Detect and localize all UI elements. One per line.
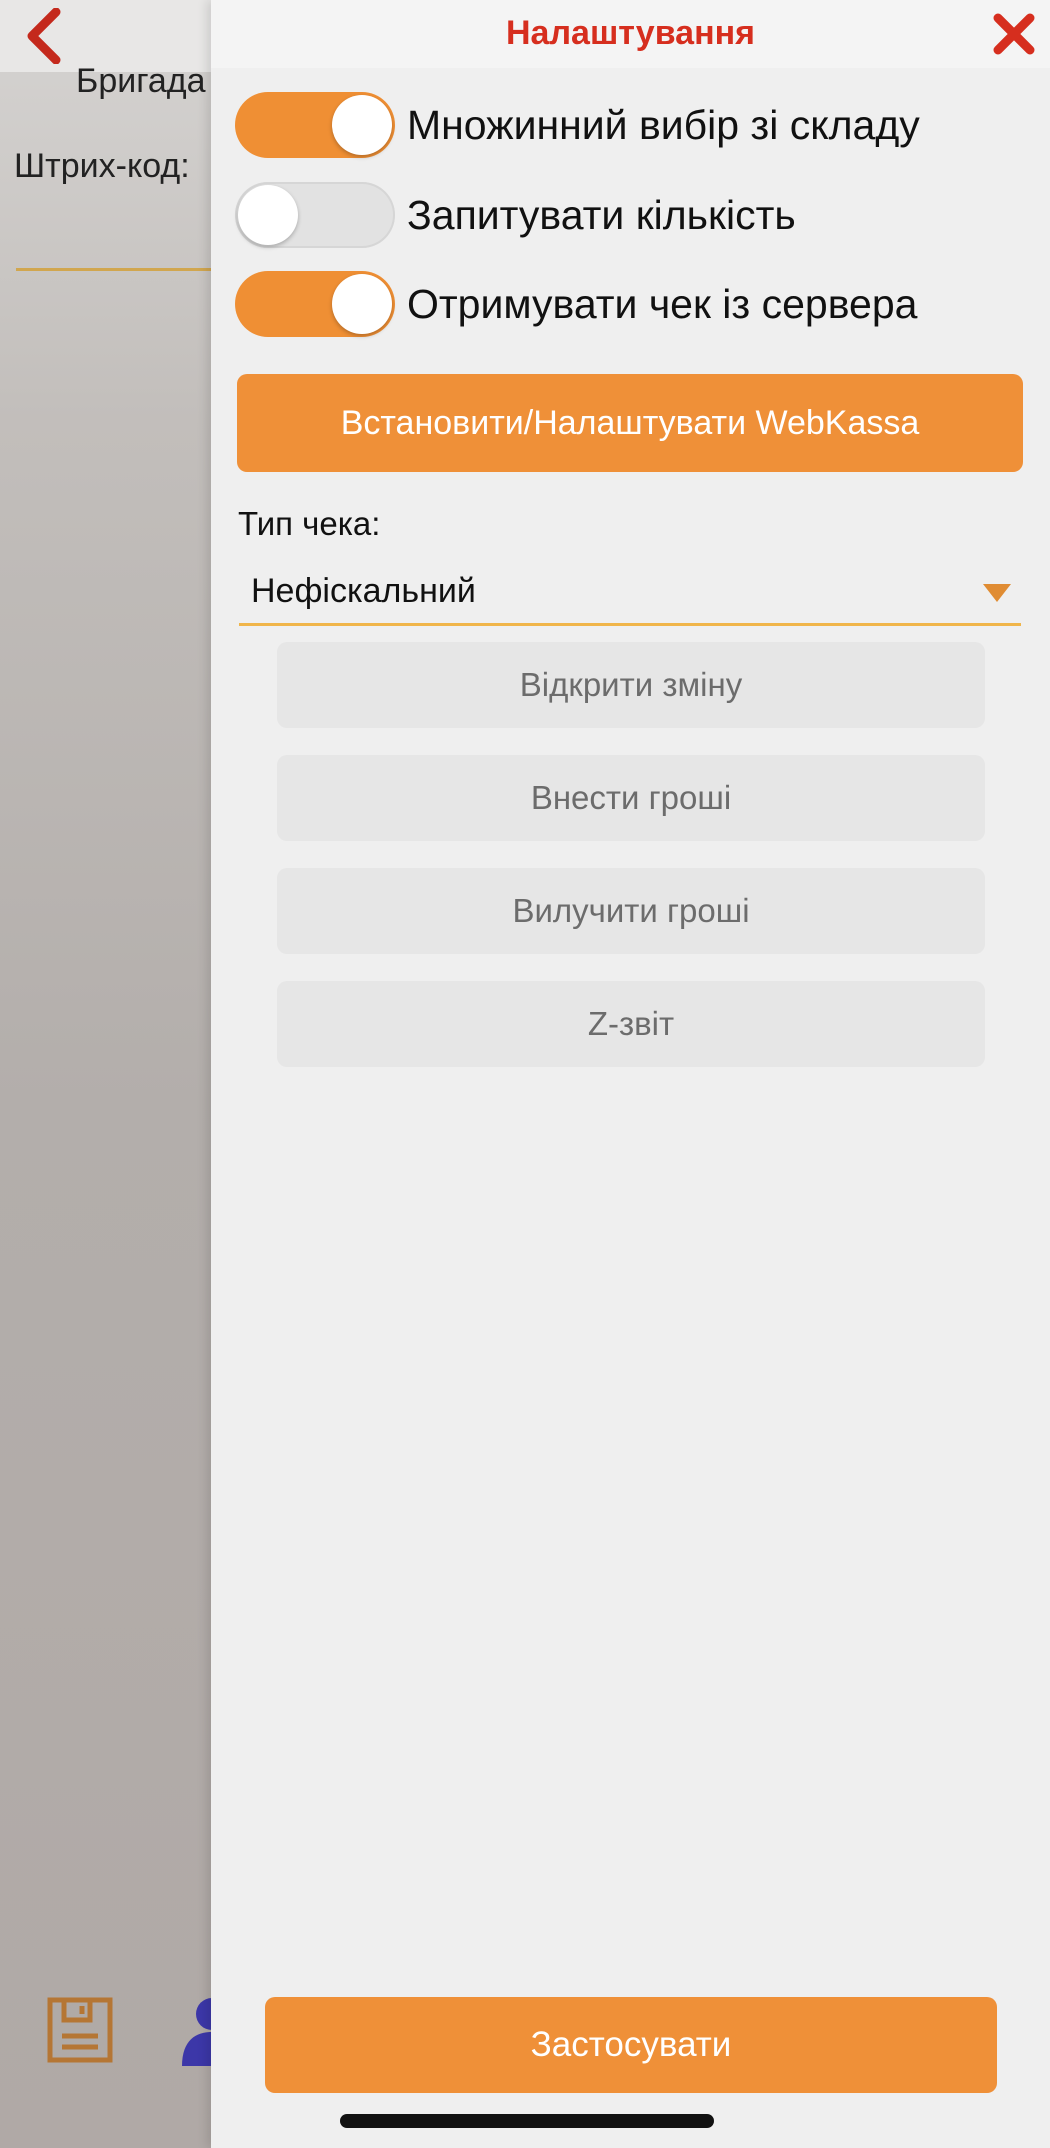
toggle-knob [238,185,298,245]
apply-button[interactable]: Застосувати [265,1997,997,2093]
ask-quantity-label: Запитувати кількість [407,191,796,238]
multi-select-toggle[interactable] [235,92,395,158]
settings-panel: Налаштування Множинний вибір зі складу З… [211,0,1050,2148]
server-receipt-toggle[interactable] [235,271,395,337]
back-button[interactable] [14,6,74,66]
settings-title: Налаштування [506,14,755,52]
receipt-type-value: Нефіскальний [251,572,476,610]
brigade-label: Бригада [76,62,206,100]
withdraw-money-button[interactable]: Вилучити гроші [277,868,985,954]
settings-header: Налаштування [211,0,1050,68]
server-receipt-label: Отримувати чек із сервера [407,280,918,327]
receipt-type-select[interactable]: Нефіскальний [239,562,1021,626]
multi-select-label: Множинний вибір зі складу [407,101,920,148]
toggle-row-server-receipt: Отримувати чек із сервера [235,269,1035,339]
home-indicator[interactable] [340,2114,714,2128]
z-report-button[interactable]: Z-звіт [277,981,985,1067]
barcode-field-underline [16,268,216,271]
close-icon [993,13,1035,55]
toggle-row-ask-quantity: Запитувати кількість [235,180,1035,250]
save-icon[interactable] [46,1996,114,2064]
toggle-knob [332,274,392,334]
open-shift-button[interactable]: Відкрити зміну [277,642,985,728]
ask-quantity-toggle[interactable] [235,182,395,248]
chevron-left-icon [27,8,61,64]
barcode-label: Штрих-код: [14,147,190,185]
webkassa-setup-button[interactable]: Встановити/Налаштувати WebKassa [237,374,1023,472]
deposit-money-button[interactable]: Внести гроші [277,755,985,841]
receipt-type-label: Тип чека: [238,505,381,542]
toggle-knob [332,95,392,155]
close-button[interactable] [990,10,1038,58]
triangle-down-icon [983,584,1011,602]
toggle-row-multi-select: Множинний вибір зі складу [235,90,1035,160]
